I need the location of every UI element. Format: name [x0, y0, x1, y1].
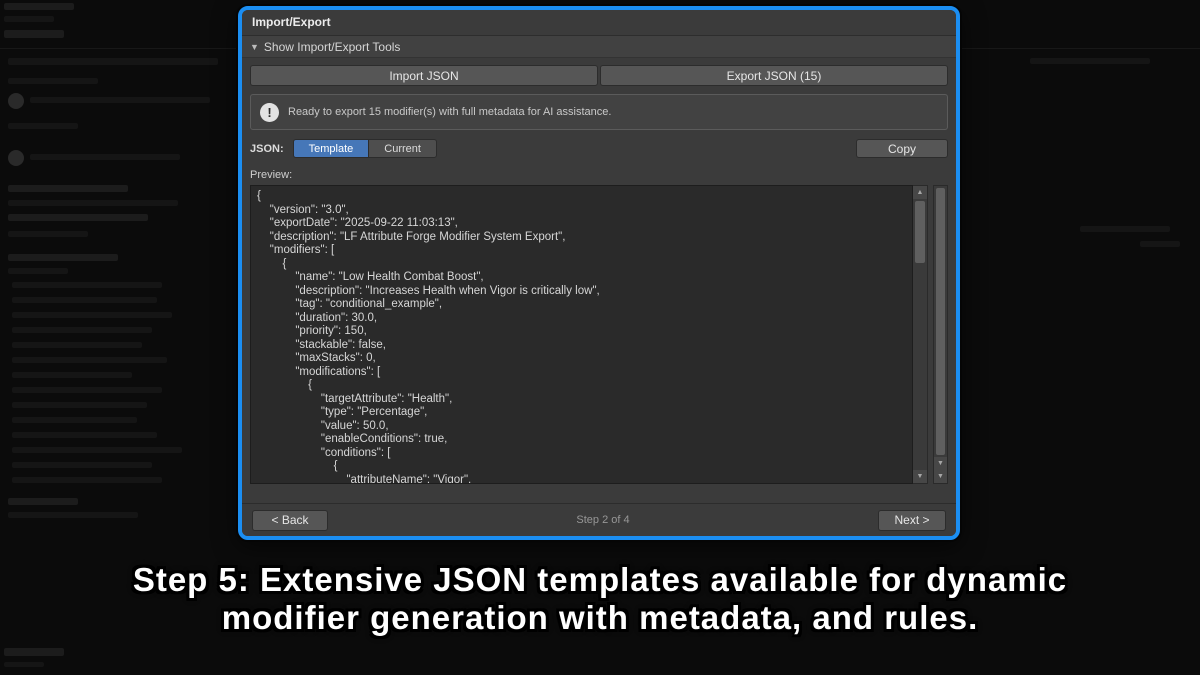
preview-scroll-thumb[interactable]	[915, 201, 925, 263]
background-decoration	[12, 342, 142, 348]
json-preview-text[interactable]: { "version": "3.0", "exportDate": "2025-…	[250, 185, 913, 484]
background-decoration	[8, 93, 24, 109]
export-info-text: Ready to export 15 modifier(s) with full…	[288, 106, 611, 118]
background-decoration	[12, 417, 137, 423]
caption: Step 5: Extensive JSON templates availab…	[0, 561, 1200, 637]
scroll-down-icon[interactable]: ▼	[913, 470, 927, 483]
export-info-box: ! Ready to export 15 modifier(s) with fu…	[250, 94, 948, 130]
background-decoration	[4, 662, 44, 667]
background-decoration	[12, 387, 162, 393]
scroll-up-icon[interactable]: ▲	[913, 186, 927, 199]
background-decoration	[12, 447, 182, 453]
background-decoration	[12, 327, 152, 333]
foldout-arrow-icon: ▼	[250, 42, 259, 52]
back-button[interactable]: < Back	[252, 510, 328, 531]
template-tab[interactable]: Template	[293, 139, 369, 158]
background-decoration	[8, 512, 138, 518]
background-decoration	[8, 185, 128, 192]
preview-scroll-track[interactable]	[913, 199, 927, 470]
next-button[interactable]: Next >	[878, 510, 946, 531]
screen: Import/Export ▼ Show Import/Export Tools…	[0, 0, 1200, 675]
background-decoration	[8, 268, 68, 274]
scroll-down-icon[interactable]: ▼	[934, 457, 947, 470]
background-decoration	[12, 357, 167, 363]
preview-label: Preview:	[250, 169, 948, 181]
background-decoration	[8, 214, 148, 221]
background-decoration	[12, 462, 152, 468]
background-decoration	[12, 477, 162, 483]
background-decoration	[12, 282, 162, 288]
import-export-window: Import/Export ▼ Show Import/Export Tools…	[238, 6, 960, 540]
alert-icon: !	[260, 103, 279, 122]
background-decoration	[4, 16, 54, 22]
json-mode-toggle: Template Current	[293, 139, 437, 158]
foldout-import-export-tools[interactable]: ▼ Show Import/Export Tools	[242, 36, 956, 58]
caption-line-2: modifier generation with metadata, and r…	[0, 599, 1200, 637]
background-decoration	[4, 3, 74, 10]
background-decoration	[30, 154, 180, 160]
background-decoration	[8, 123, 78, 129]
background-decoration	[8, 498, 78, 505]
export-json-button[interactable]: Export JSON (15)	[600, 65, 948, 86]
preview-scrollbar[interactable]: ▲ ▼	[913, 185, 928, 484]
wizard-footer: < Back Step 2 of 4 Next >	[242, 503, 956, 536]
background-decoration	[12, 372, 132, 378]
background-decoration	[8, 200, 178, 206]
window-scroll-thumb[interactable]	[936, 188, 945, 455]
background-decoration	[4, 30, 64, 38]
background-decoration	[12, 402, 147, 408]
background-decoration	[8, 78, 98, 84]
background-decoration	[1030, 58, 1150, 64]
window-title: Import/Export	[242, 10, 956, 36]
copy-button[interactable]: Copy	[856, 139, 948, 158]
json-mode-row: JSON: Template Current Copy	[250, 139, 948, 158]
current-tab[interactable]: Current	[368, 139, 437, 158]
background-decoration	[1140, 241, 1180, 247]
window-scrollbar[interactable]: ▼ ▼	[933, 185, 948, 484]
preview-area: { "version": "3.0", "exportDate": "2025-…	[250, 185, 948, 484]
background-decoration	[4, 648, 64, 656]
import-export-buttons: Import JSON Export JSON (15)	[250, 65, 948, 86]
background-decoration	[30, 97, 210, 103]
background-decoration	[8, 58, 218, 65]
background-decoration	[12, 432, 157, 438]
background-decoration	[12, 297, 157, 303]
background-decoration	[8, 150, 24, 166]
foldout-label: Show Import/Export Tools	[264, 40, 401, 54]
background-decoration	[8, 231, 88, 237]
background-decoration	[1080, 226, 1170, 232]
step-indicator: Step 2 of 4	[328, 514, 878, 526]
caption-line-1: Step 5: Extensive JSON templates availab…	[0, 561, 1200, 599]
window-scroll-track[interactable]	[934, 186, 947, 457]
json-label: JSON:	[250, 143, 284, 155]
background-decoration	[12, 312, 172, 318]
background-decoration	[8, 254, 118, 261]
scroll-down-icon[interactable]: ▼	[934, 470, 947, 483]
import-json-button[interactable]: Import JSON	[250, 65, 598, 86]
